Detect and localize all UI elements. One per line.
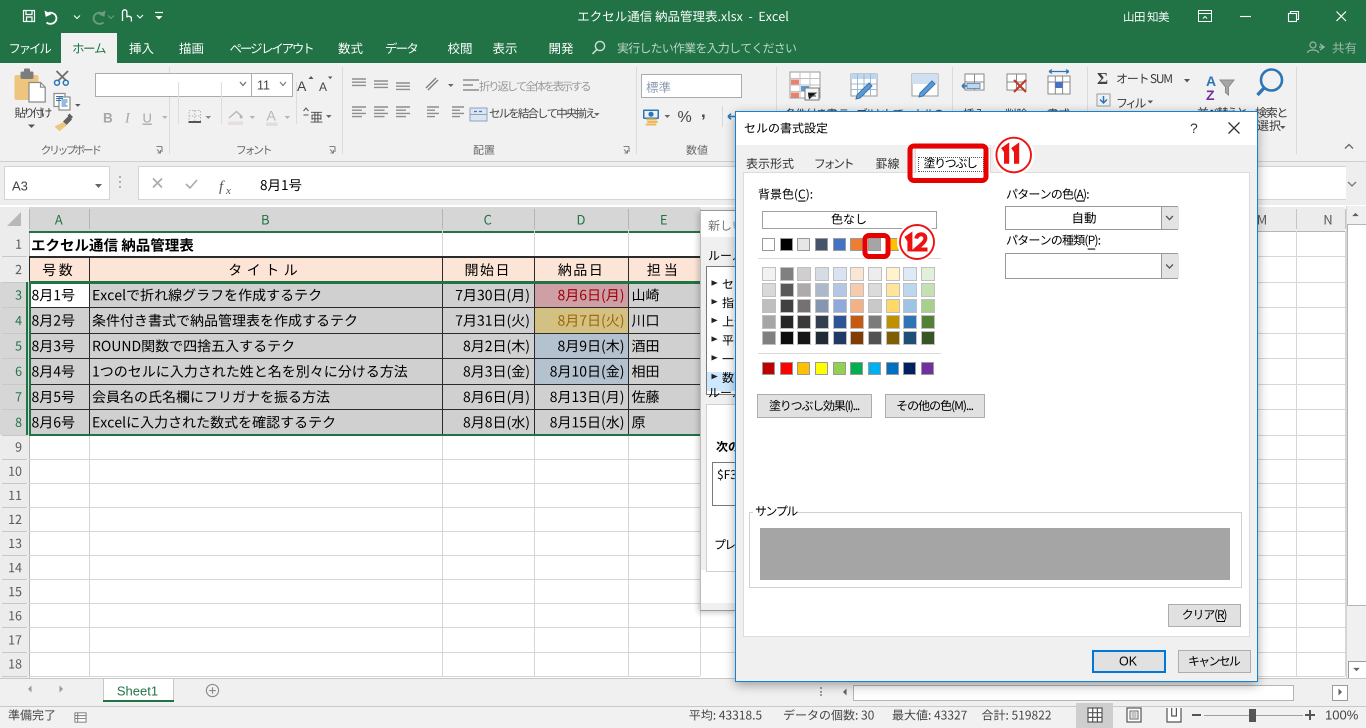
svg-text:OK: OK <box>1119 655 1138 669</box>
svg-text:?: ? <box>1190 120 1198 136</box>
